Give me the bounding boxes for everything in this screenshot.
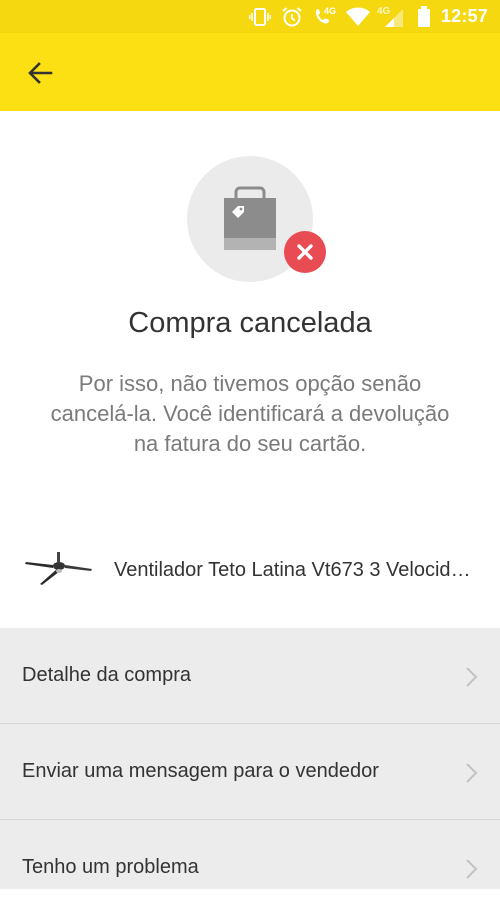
purchase-detail-button[interactable]: Detalhe da compra bbox=[0, 628, 500, 723]
close-icon bbox=[297, 244, 313, 260]
action-label: Enviar uma mensagem para o vendedor bbox=[22, 760, 379, 782]
vibrate-icon bbox=[248, 7, 271, 26]
wifi-icon bbox=[345, 7, 370, 26]
ceiling-fan-icon bbox=[25, 552, 92, 585]
call-4g-icon: 4G bbox=[313, 5, 336, 28]
action-label: Tenho um problema bbox=[22, 856, 199, 878]
action-label: Detalhe da compra bbox=[22, 664, 191, 686]
cancel-status-section: Compra cancelada Por isso, não tivemos o… bbox=[0, 111, 500, 514]
product-name: Ventilador Teto Latina Vt673 3 Velocidad… bbox=[114, 559, 480, 581]
battery-icon bbox=[417, 5, 430, 27]
app-bar bbox=[0, 33, 500, 111]
shopping-bag-icon bbox=[224, 186, 276, 250]
status-bar: 4G 4G 12:57 bbox=[0, 0, 500, 33]
alarm-icon bbox=[282, 6, 302, 26]
network-label-call: 4G bbox=[323, 5, 336, 16]
status-icons: 4G 4G 12:57 bbox=[248, 0, 488, 33]
chevron-right-icon bbox=[466, 763, 478, 783]
product-row[interactable]: Ventilador Teto Latina Vt673 3 Velocidad… bbox=[0, 514, 500, 628]
cancel-badge bbox=[284, 231, 326, 273]
status-title: Compra cancelada bbox=[128, 307, 372, 339]
back-button[interactable] bbox=[22, 55, 58, 91]
signal-icon: 4G bbox=[377, 6, 407, 28]
arrow-left-icon bbox=[28, 62, 53, 84]
chevron-right-icon bbox=[466, 667, 478, 687]
action-list: Detalhe da compra Enviar uma mensagem pa… bbox=[0, 628, 500, 889]
clock: 12:57 bbox=[440, 6, 488, 26]
report-problem-button[interactable]: Tenho um problema bbox=[0, 820, 500, 915]
chevron-right-icon bbox=[466, 859, 478, 879]
message-seller-button[interactable]: Enviar uma mensagem para o vendedor bbox=[0, 724, 500, 819]
status-description: Por isso, não tivemos opção senão cancel… bbox=[50, 371, 450, 456]
